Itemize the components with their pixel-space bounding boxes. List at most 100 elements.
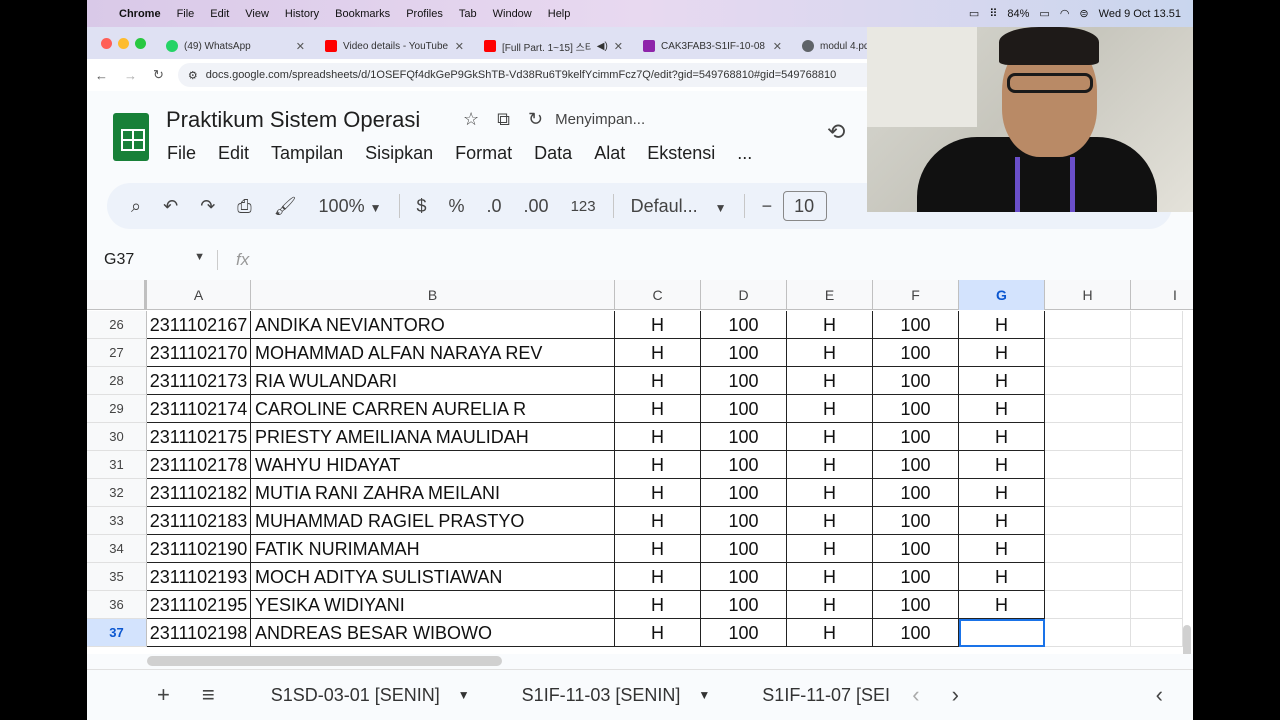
name-box[interactable]: G37 ▼ [87, 251, 217, 269]
cell-f[interactable]: 100 [873, 479, 959, 507]
cell-b[interactable]: YESIKA WIDIYANI [251, 591, 615, 619]
grid-menu-icon[interactable]: ⠿ [989, 7, 997, 20]
cell-i[interactable] [1131, 479, 1183, 507]
vertical-scrollbar[interactable] [1183, 625, 1191, 654]
cell-d[interactable]: 100 [701, 507, 787, 535]
row-number[interactable]: 29 [87, 395, 147, 423]
cell-b[interactable]: MOCH ADITYA SULISTIAWAN [251, 563, 615, 591]
menubar-datetime[interactable]: Wed 9 Oct 13.51 [1099, 8, 1181, 20]
address-bar[interactable]: ⚙ docs.google.com/spreadsheets/d/1OSEFQf… [177, 63, 878, 87]
row-number[interactable]: 27 [87, 339, 147, 367]
cell-d[interactable]: 100 [701, 423, 787, 451]
row-number[interactable]: 34 [87, 535, 147, 563]
cell-g[interactable]: H [959, 591, 1045, 619]
column-header-i[interactable]: I [1131, 280, 1193, 310]
close-window-button[interactable] [101, 37, 112, 49]
close-tab-icon[interactable]: ✕ [455, 40, 464, 53]
cell-b[interactable]: WAHYU HIDAYAT [251, 451, 615, 479]
cell-c[interactable]: H [615, 311, 701, 339]
cell-h[interactable] [1045, 619, 1131, 647]
cell-e[interactable]: H [787, 591, 873, 619]
cell-d[interactable]: 100 [701, 339, 787, 367]
cell-d[interactable]: 100 [701, 367, 787, 395]
column-header-e[interactable]: E [787, 280, 873, 310]
browser-tab-youtube-studio[interactable]: Video details - YouTube Studio ✕ [315, 33, 474, 59]
menubar-item-file[interactable]: File [169, 8, 203, 20]
cell-d[interactable]: 100 [701, 535, 787, 563]
menu-extensions[interactable]: Ekstensi [647, 143, 737, 164]
cell-h[interactable] [1045, 311, 1131, 339]
chevron-down-icon[interactable]: ▼ [698, 688, 710, 702]
cell-h[interactable] [1045, 535, 1131, 563]
cell-c[interactable]: H [615, 451, 701, 479]
column-header-g[interactable]: G [959, 280, 1045, 310]
font-select[interactable]: Defaul... ▼ [620, 196, 738, 217]
cell-h[interactable] [1045, 563, 1131, 591]
doc-title[interactable]: Praktikum Sistem Operasi [166, 107, 420, 133]
zoom-select[interactable]: 100% ▼ [308, 196, 393, 217]
cell-a[interactable]: 2311102198 [147, 619, 251, 647]
font-size-input[interactable]: 10 [783, 191, 828, 221]
sheets-logo-icon[interactable] [113, 113, 149, 161]
cell-f[interactable]: 100 [873, 423, 959, 451]
cell-c[interactable]: H [615, 423, 701, 451]
menubar-item-view[interactable]: View [237, 8, 277, 20]
cell-e[interactable]: H [787, 339, 873, 367]
number-format-button[interactable]: 123 [560, 198, 607, 215]
cell-g[interactable]: H [959, 423, 1045, 451]
cell-i[interactable] [1131, 563, 1183, 591]
collapse-side-panel-icon[interactable]: ‹ [1140, 682, 1193, 708]
cell-c[interactable]: H [615, 367, 701, 395]
cell-h[interactable] [1045, 451, 1131, 479]
cell-b[interactable]: ANDIKA NEVIANTORO [251, 311, 615, 339]
cell-f[interactable]: 100 [873, 451, 959, 479]
back-arrow-icon[interactable]: ← [87, 68, 116, 83]
cell-a[interactable]: 2311102183 [147, 507, 251, 535]
cell-d[interactable]: 100 [701, 451, 787, 479]
menubar-item-tab[interactable]: Tab [451, 8, 485, 20]
menu-insert[interactable]: Sisipkan [365, 143, 455, 164]
scroll-tabs-right-icon[interactable]: › [936, 682, 975, 708]
row-number[interactable]: 33 [87, 507, 147, 535]
cell-c[interactable]: H [615, 591, 701, 619]
add-sheet-icon[interactable]: + [87, 682, 186, 708]
column-header-h[interactable]: H [1045, 280, 1131, 310]
cell-h[interactable] [1045, 591, 1131, 619]
site-settings-icon[interactable]: ⚙ [188, 69, 198, 82]
cell-c[interactable]: H [615, 535, 701, 563]
cell-h[interactable] [1045, 395, 1131, 423]
cell-e[interactable]: H [787, 367, 873, 395]
cell-f[interactable]: 100 [873, 619, 959, 647]
cell-e[interactable]: H [787, 619, 873, 647]
paint-format-icon[interactable]: 🖌 [263, 196, 308, 217]
cell-b[interactable]: MUHAMMAD RAGIEL PRASTYO [251, 507, 615, 535]
cell-i[interactable] [1131, 423, 1183, 451]
horizontal-scrollbar[interactable] [147, 656, 502, 666]
cell-c[interactable]: H [615, 479, 701, 507]
increase-decimal-button[interactable]: .00 [513, 196, 560, 217]
cell-g[interactable]: H [959, 395, 1045, 423]
cell-c[interactable]: H [615, 619, 701, 647]
close-tab-icon[interactable]: ✕ [773, 40, 782, 53]
cell-b[interactable]: FATIK NURIMAMAH [251, 535, 615, 563]
menubar-item-profiles[interactable]: Profiles [398, 8, 451, 20]
print-icon[interactable]: ⎙ [226, 196, 262, 217]
column-header-d[interactable]: D [701, 280, 787, 310]
cell-a[interactable]: 2311102175 [147, 423, 251, 451]
cell-h[interactable] [1045, 507, 1131, 535]
control-center-icon[interactable]: ⊜ [1079, 7, 1088, 20]
move-folder-icon[interactable]: ⧉ [497, 109, 510, 130]
column-header-f[interactable]: F [873, 280, 959, 310]
row-number[interactable]: 35 [87, 563, 147, 591]
cell-d[interactable]: 100 [701, 311, 787, 339]
row-number[interactable]: 28 [87, 367, 147, 395]
cell-g[interactable]: H [959, 535, 1045, 563]
menu-tools[interactable]: Alat [594, 143, 647, 164]
cell-a[interactable]: 2311102195 [147, 591, 251, 619]
menubar-item-window[interactable]: Window [485, 8, 540, 20]
cell-b[interactable]: RIA WULANDARI [251, 367, 615, 395]
sheet-tab-s1sd-03-01[interactable]: S1SD-03-01 [SENIN] ▼ [231, 685, 496, 706]
row-number[interactable]: 31 [87, 451, 147, 479]
browser-tab-lms[interactable]: CAK3FAB3-S1IF-10-08 ✕ [633, 33, 792, 59]
cell-g[interactable]: H [959, 311, 1045, 339]
